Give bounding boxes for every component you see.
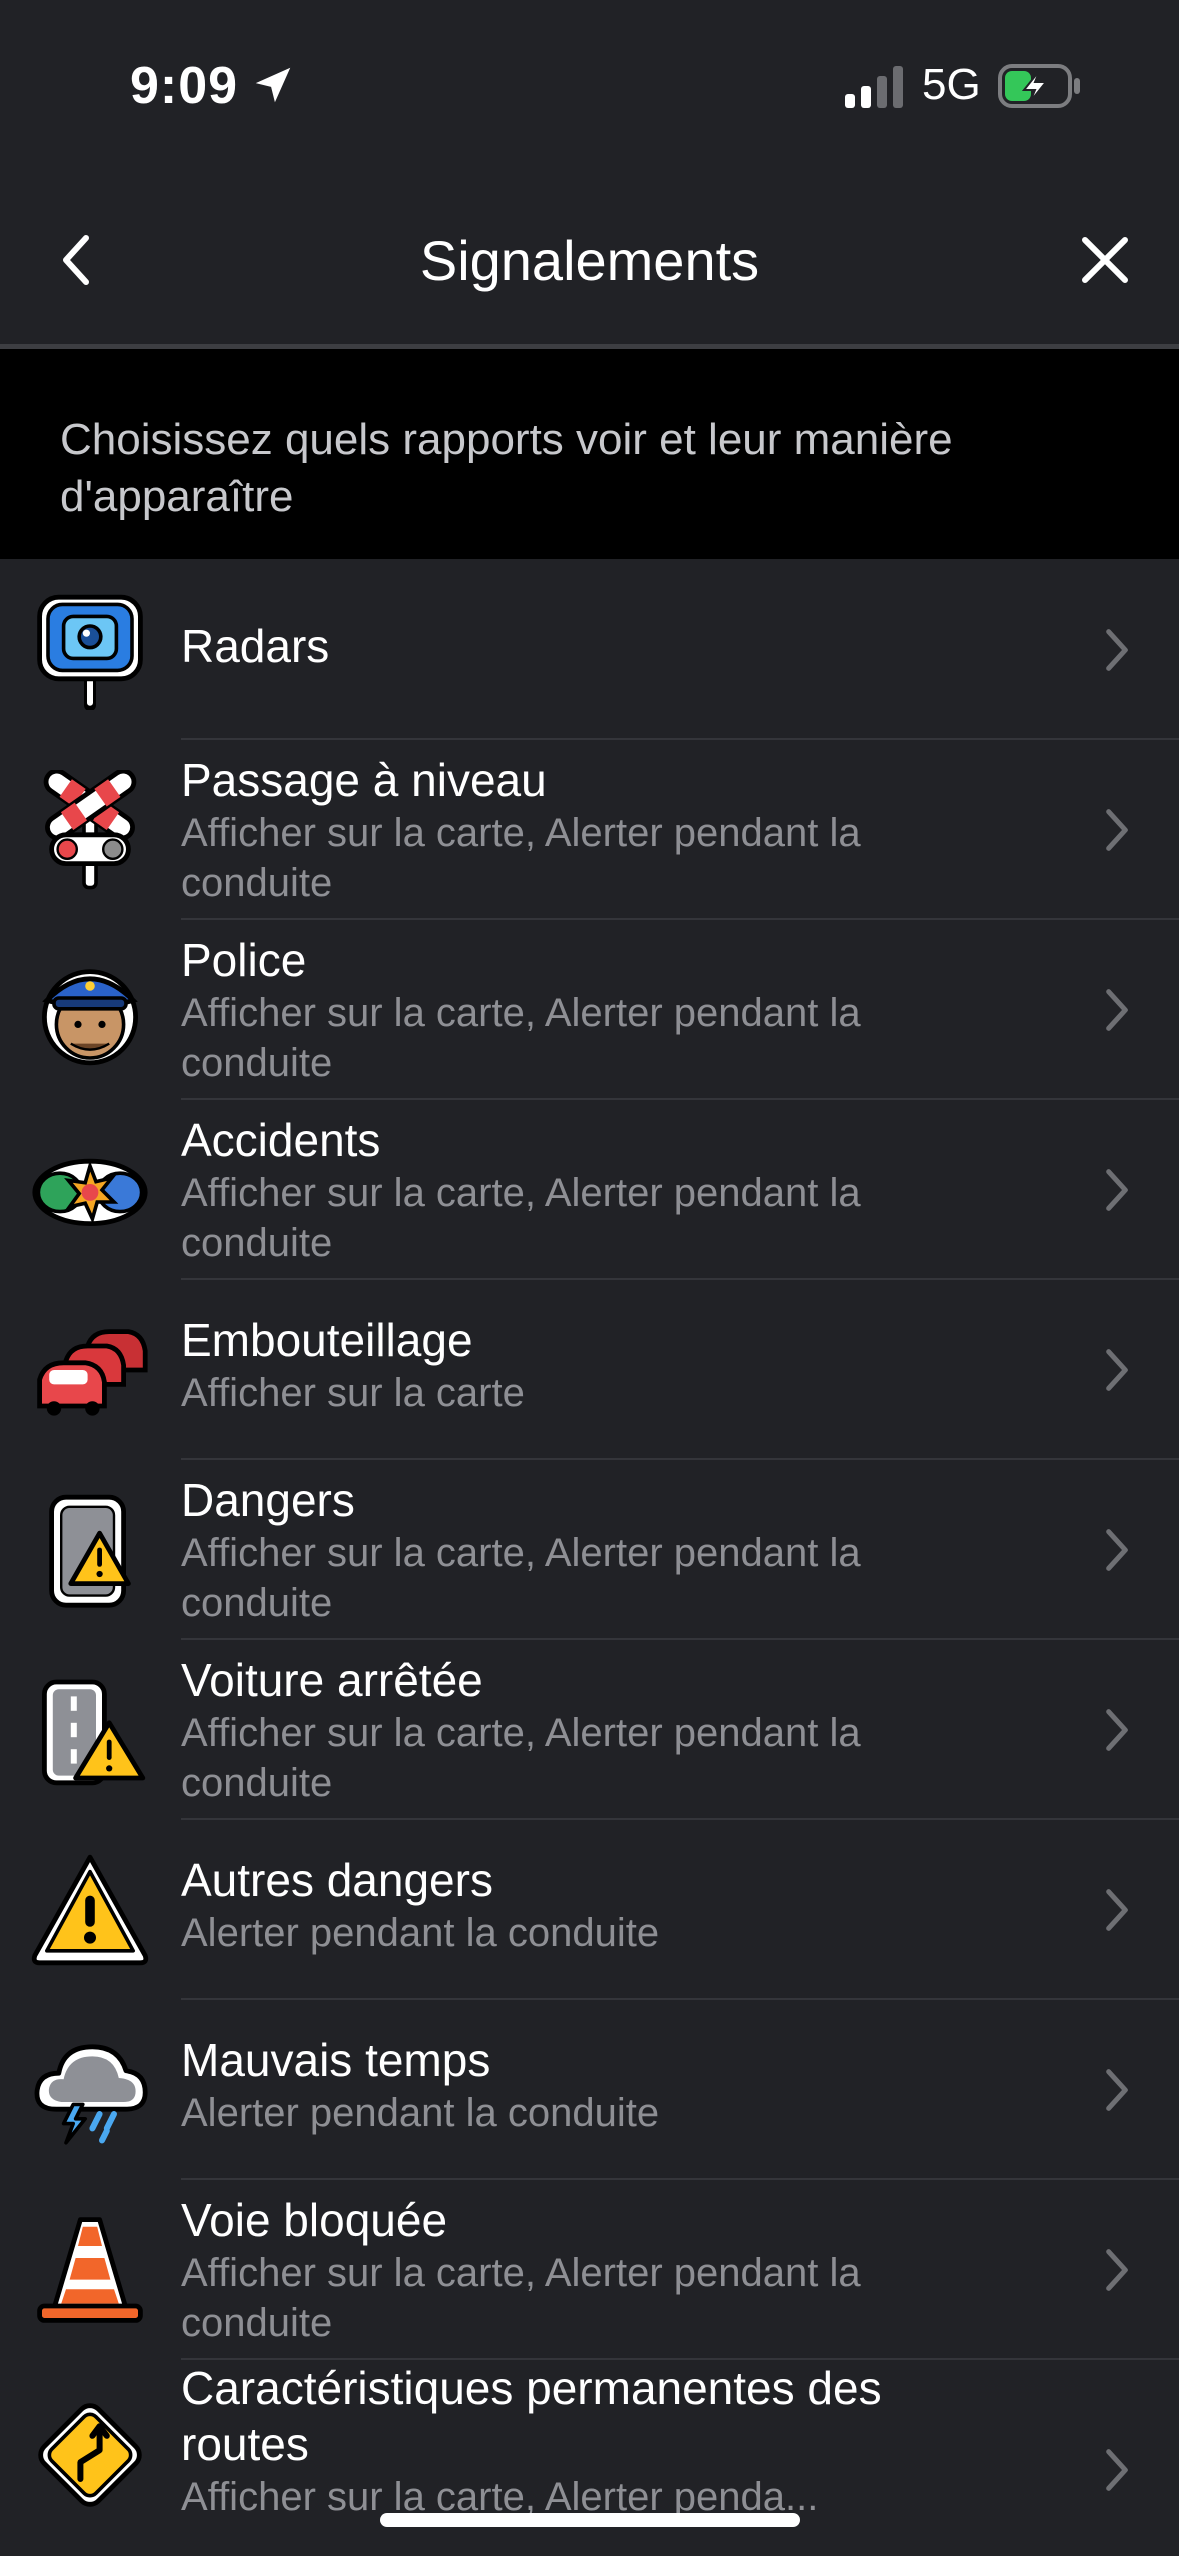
report-item-embouteillage[interactable]: Embouteillage Afficher sur la carte <box>0 1280 1179 1460</box>
report-title: Caractéristiques permanentes des routes <box>181 2362 882 2470</box>
network-type: 5G <box>922 60 981 109</box>
traffic-cone-icon <box>37 2217 143 2323</box>
page-title: Signalements <box>419 229 760 292</box>
report-item-accidents[interactable]: Accidents Afficher sur la carte, Alerter… <box>0 1100 1179 1280</box>
storm-cloud-icon <box>34 2044 148 2145</box>
report-item-text: Dangers Afficher sur la carte, Alerter p… <box>181 1472 1001 1628</box>
report-item-text: Voiture arrêtée Afficher sur la carte, A… <box>181 1652 1001 1808</box>
report-subtitle: Afficher sur la carte, Alerter pendant l… <box>181 1171 861 1265</box>
report-subtitle: Afficher sur la carte, Alerter pendant l… <box>181 1531 861 1625</box>
stopped-car-icon <box>42 1679 146 1786</box>
report-subtitle: Afficher sur la carte, Alerter pendant l… <box>181 811 861 905</box>
report-subtitle: Afficher sur la carte, Alerter pendant l… <box>181 2251 861 2345</box>
report-subtitle: Afficher sur la carte, Alerter pendant l… <box>181 991 861 1085</box>
report-item-autres-dangers[interactable]: Autres dangers Alerter pendant la condui… <box>0 1820 1179 2000</box>
report-item-text: Mauvais temps Alerter pendant la conduit… <box>181 2032 1001 2138</box>
report-title: Voiture arrêtée <box>181 1654 483 1706</box>
railroad-crossing-icon <box>43 770 137 890</box>
report-title: Mauvais temps <box>181 2034 491 2086</box>
report-subtitle: Afficher sur la carte, Alerter pendant l… <box>181 1711 861 1805</box>
report-item-voie-bloquee[interactable]: Voie bloquée Afficher sur la carte, Aler… <box>0 2180 1179 2360</box>
status-bar: 9:09 5G <box>0 0 1179 160</box>
report-subtitle: Afficher sur la carte <box>181 1371 525 1415</box>
chevron-right-icon <box>1106 629 1128 671</box>
report-item-text: Accidents Afficher sur la carte, Alerter… <box>181 1112 1001 1268</box>
accident-icon <box>32 1158 148 1226</box>
report-item-dangers[interactable]: Dangers Afficher sur la carte, Alerter p… <box>0 1460 1179 1640</box>
chevron-right-icon <box>1106 1709 1128 1751</box>
description-section: Choisissez quels rapports voir et leur m… <box>0 349 1179 559</box>
road-hazard-icon <box>49 1494 131 1608</box>
traffic-jam-icon <box>37 1329 148 1416</box>
chevron-right-icon <box>1106 2449 1128 2491</box>
winding-road-sign-icon <box>38 2403 142 2507</box>
report-item-mauvais-temps[interactable]: Mauvais temps Alerter pendant la conduit… <box>0 2000 1179 2180</box>
speed-camera-icon <box>37 594 143 710</box>
report-item-radars[interactable]: Radars <box>0 560 1179 740</box>
chevron-right-icon <box>1106 2249 1128 2291</box>
report-title: Dangers <box>181 1474 355 1526</box>
home-indicator[interactable] <box>380 2513 800 2527</box>
report-title: Autres dangers <box>181 1854 493 1906</box>
report-item-text: Passage à niveau Afficher sur la carte, … <box>181 752 1001 908</box>
close-icon[interactable] <box>1075 230 1135 290</box>
chevron-right-icon <box>1106 1889 1128 1931</box>
report-title: Passage à niveau <box>181 754 547 806</box>
report-subtitle: Alerter pendant la conduite <box>181 2091 660 2135</box>
status-time: 9:09 <box>130 57 239 115</box>
report-item-passage-a-niveau[interactable]: Passage à niveau Afficher sur la carte, … <box>0 740 1179 920</box>
police-icon <box>42 969 138 1066</box>
report-item-text: Voie bloquée Afficher sur la carte, Aler… <box>181 2192 1001 2348</box>
report-item-text: Caractéristiques permanentes des routes … <box>181 2360 1001 2522</box>
report-subtitle: Alerter pendant la conduite <box>181 1911 660 1955</box>
chevron-right-icon <box>1106 809 1128 851</box>
battery-charging-icon <box>998 64 1080 108</box>
report-title: Embouteillage <box>181 1314 473 1366</box>
chevron-right-icon <box>1106 989 1128 1031</box>
report-title: Voie bloquée <box>181 2194 448 2246</box>
report-item-text: Radars <box>181 618 1001 674</box>
report-item-text: Police Afficher sur la carte, Alerter pe… <box>181 932 1001 1088</box>
report-item-text: Autres dangers Alerter pendant la condui… <box>181 1852 1001 1958</box>
chevron-right-icon <box>1106 1529 1128 1571</box>
report-item-police[interactable]: Police Afficher sur la carte, Alerter pe… <box>0 920 1179 1100</box>
report-item-voiture-arretee[interactable]: Voiture arrêtée Afficher sur la carte, A… <box>0 1640 1179 1820</box>
report-title: Accidents <box>181 1114 381 1166</box>
report-item-text: Embouteillage Afficher sur la carte <box>181 1312 1001 1418</box>
warning-icon <box>31 1854 149 1966</box>
description-text: Choisissez quels rapports voir et leur m… <box>60 415 953 521</box>
chevron-right-icon <box>1106 1169 1128 1211</box>
location-arrow-icon <box>255 67 291 103</box>
navigation-bar: Signalements <box>0 180 1179 345</box>
cellular-signal-icon <box>845 66 903 108</box>
report-title: Police <box>181 934 307 986</box>
chevron-right-icon <box>1106 1349 1128 1391</box>
chevron-right-icon <box>1106 2069 1128 2111</box>
report-title: Radars <box>181 620 330 672</box>
